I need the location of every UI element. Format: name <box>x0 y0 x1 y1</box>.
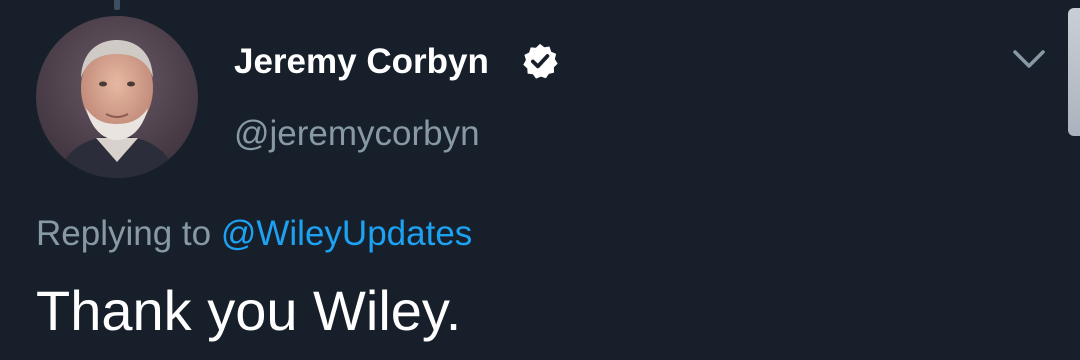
chevron-down-icon[interactable] <box>1010 44 1048 74</box>
replying-to-line: Replying to @WileyUpdates <box>36 214 472 254</box>
thread-connector-line <box>114 0 120 10</box>
adjacent-panel-edge <box>1068 8 1080 136</box>
tweet-text: Thank you Wiley. <box>36 279 462 342</box>
verified-badge-icon <box>523 43 558 79</box>
reply-mention-link[interactable]: @WileyUpdates <box>221 214 472 253</box>
replying-to-label: Replying to <box>36 214 212 253</box>
author-handle[interactable]: @jeremycorbyn <box>234 114 480 154</box>
avatar[interactable] <box>36 16 198 178</box>
avatar-photo <box>36 16 198 178</box>
author-display-name[interactable]: Jeremy Corbyn <box>234 42 489 82</box>
